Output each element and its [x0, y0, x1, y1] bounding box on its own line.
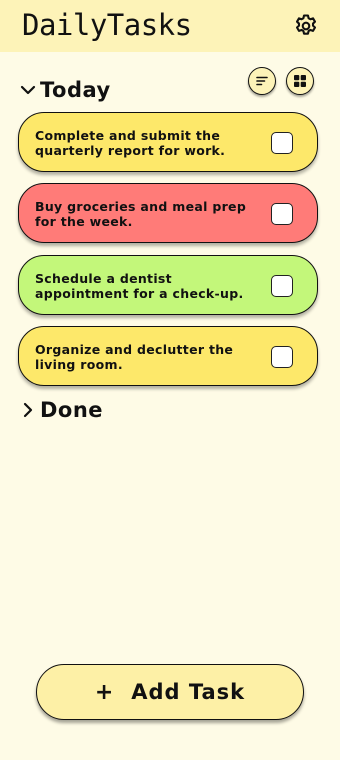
sort-icon — [256, 76, 268, 86]
settings-button[interactable] — [292, 12, 320, 40]
section-done-header[interactable]: Done — [20, 398, 103, 422]
chevron-right-icon — [23, 402, 33, 418]
app-title: DailyTasks — [22, 8, 192, 42]
task-checkbox[interactable] — [271, 346, 293, 368]
sort-button[interactable] — [248, 67, 276, 95]
task-card[interactable]: Buy groceries and meal prep for the week… — [18, 183, 318, 243]
plus-icon: + — [94, 679, 114, 705]
task-card[interactable]: Organize and declutter the living room. — [18, 326, 318, 386]
task-card[interactable]: Complete and submit the quarterly report… — [18, 112, 318, 172]
task-text: Organize and declutter the living room. — [35, 342, 234, 372]
task-checkbox[interactable] — [271, 203, 293, 225]
task-card[interactable]: Schedule a dentist appointment for a che… — [18, 255, 318, 315]
task-text: Complete and submit the quarterly report… — [35, 128, 226, 158]
section-today-label: Today — [40, 78, 111, 102]
section-done-label: Done — [40, 398, 104, 422]
add-task-label: Add Task — [131, 680, 246, 704]
chevron-down-icon — [20, 85, 36, 95]
grid-view-icon — [294, 75, 306, 87]
view-toggle-button[interactable] — [286, 67, 314, 95]
task-checkbox[interactable] — [271, 132, 293, 154]
gear-icon — [295, 14, 317, 35]
section-today-header[interactable]: Today — [20, 78, 111, 102]
task-text: Buy groceries and meal prep for the week… — [35, 199, 247, 229]
add-task-button[interactable]: + Add Task — [36, 664, 304, 720]
app-header: DailyTasks — [0, 0, 340, 52]
task-text: Schedule a dentist appointment for a che… — [35, 271, 244, 301]
task-checkbox[interactable] — [271, 275, 293, 297]
